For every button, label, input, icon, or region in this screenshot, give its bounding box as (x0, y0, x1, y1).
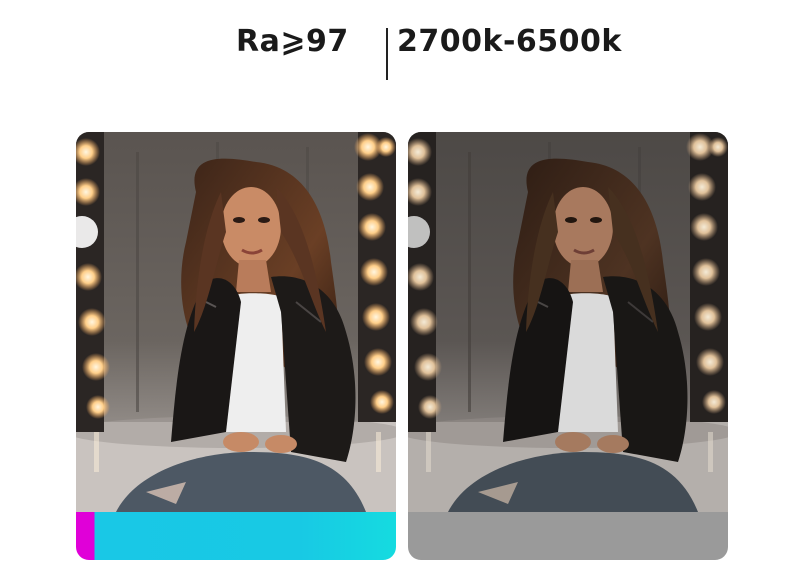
spec-header: Ra⩾97 2700k-6500k (0, 0, 790, 100)
cct-range-label: 2700k-6500k (397, 24, 622, 59)
comparison-card-right (408, 132, 728, 560)
portrait-photo-vivid (76, 132, 396, 512)
rgb-color-bar (76, 512, 396, 560)
cri-label: Ra⩾97 (236, 24, 349, 59)
header-divider (386, 28, 388, 80)
comparison-card-left (76, 132, 396, 560)
portrait-photo-muted (408, 132, 728, 512)
gray-color-bar (408, 512, 728, 560)
